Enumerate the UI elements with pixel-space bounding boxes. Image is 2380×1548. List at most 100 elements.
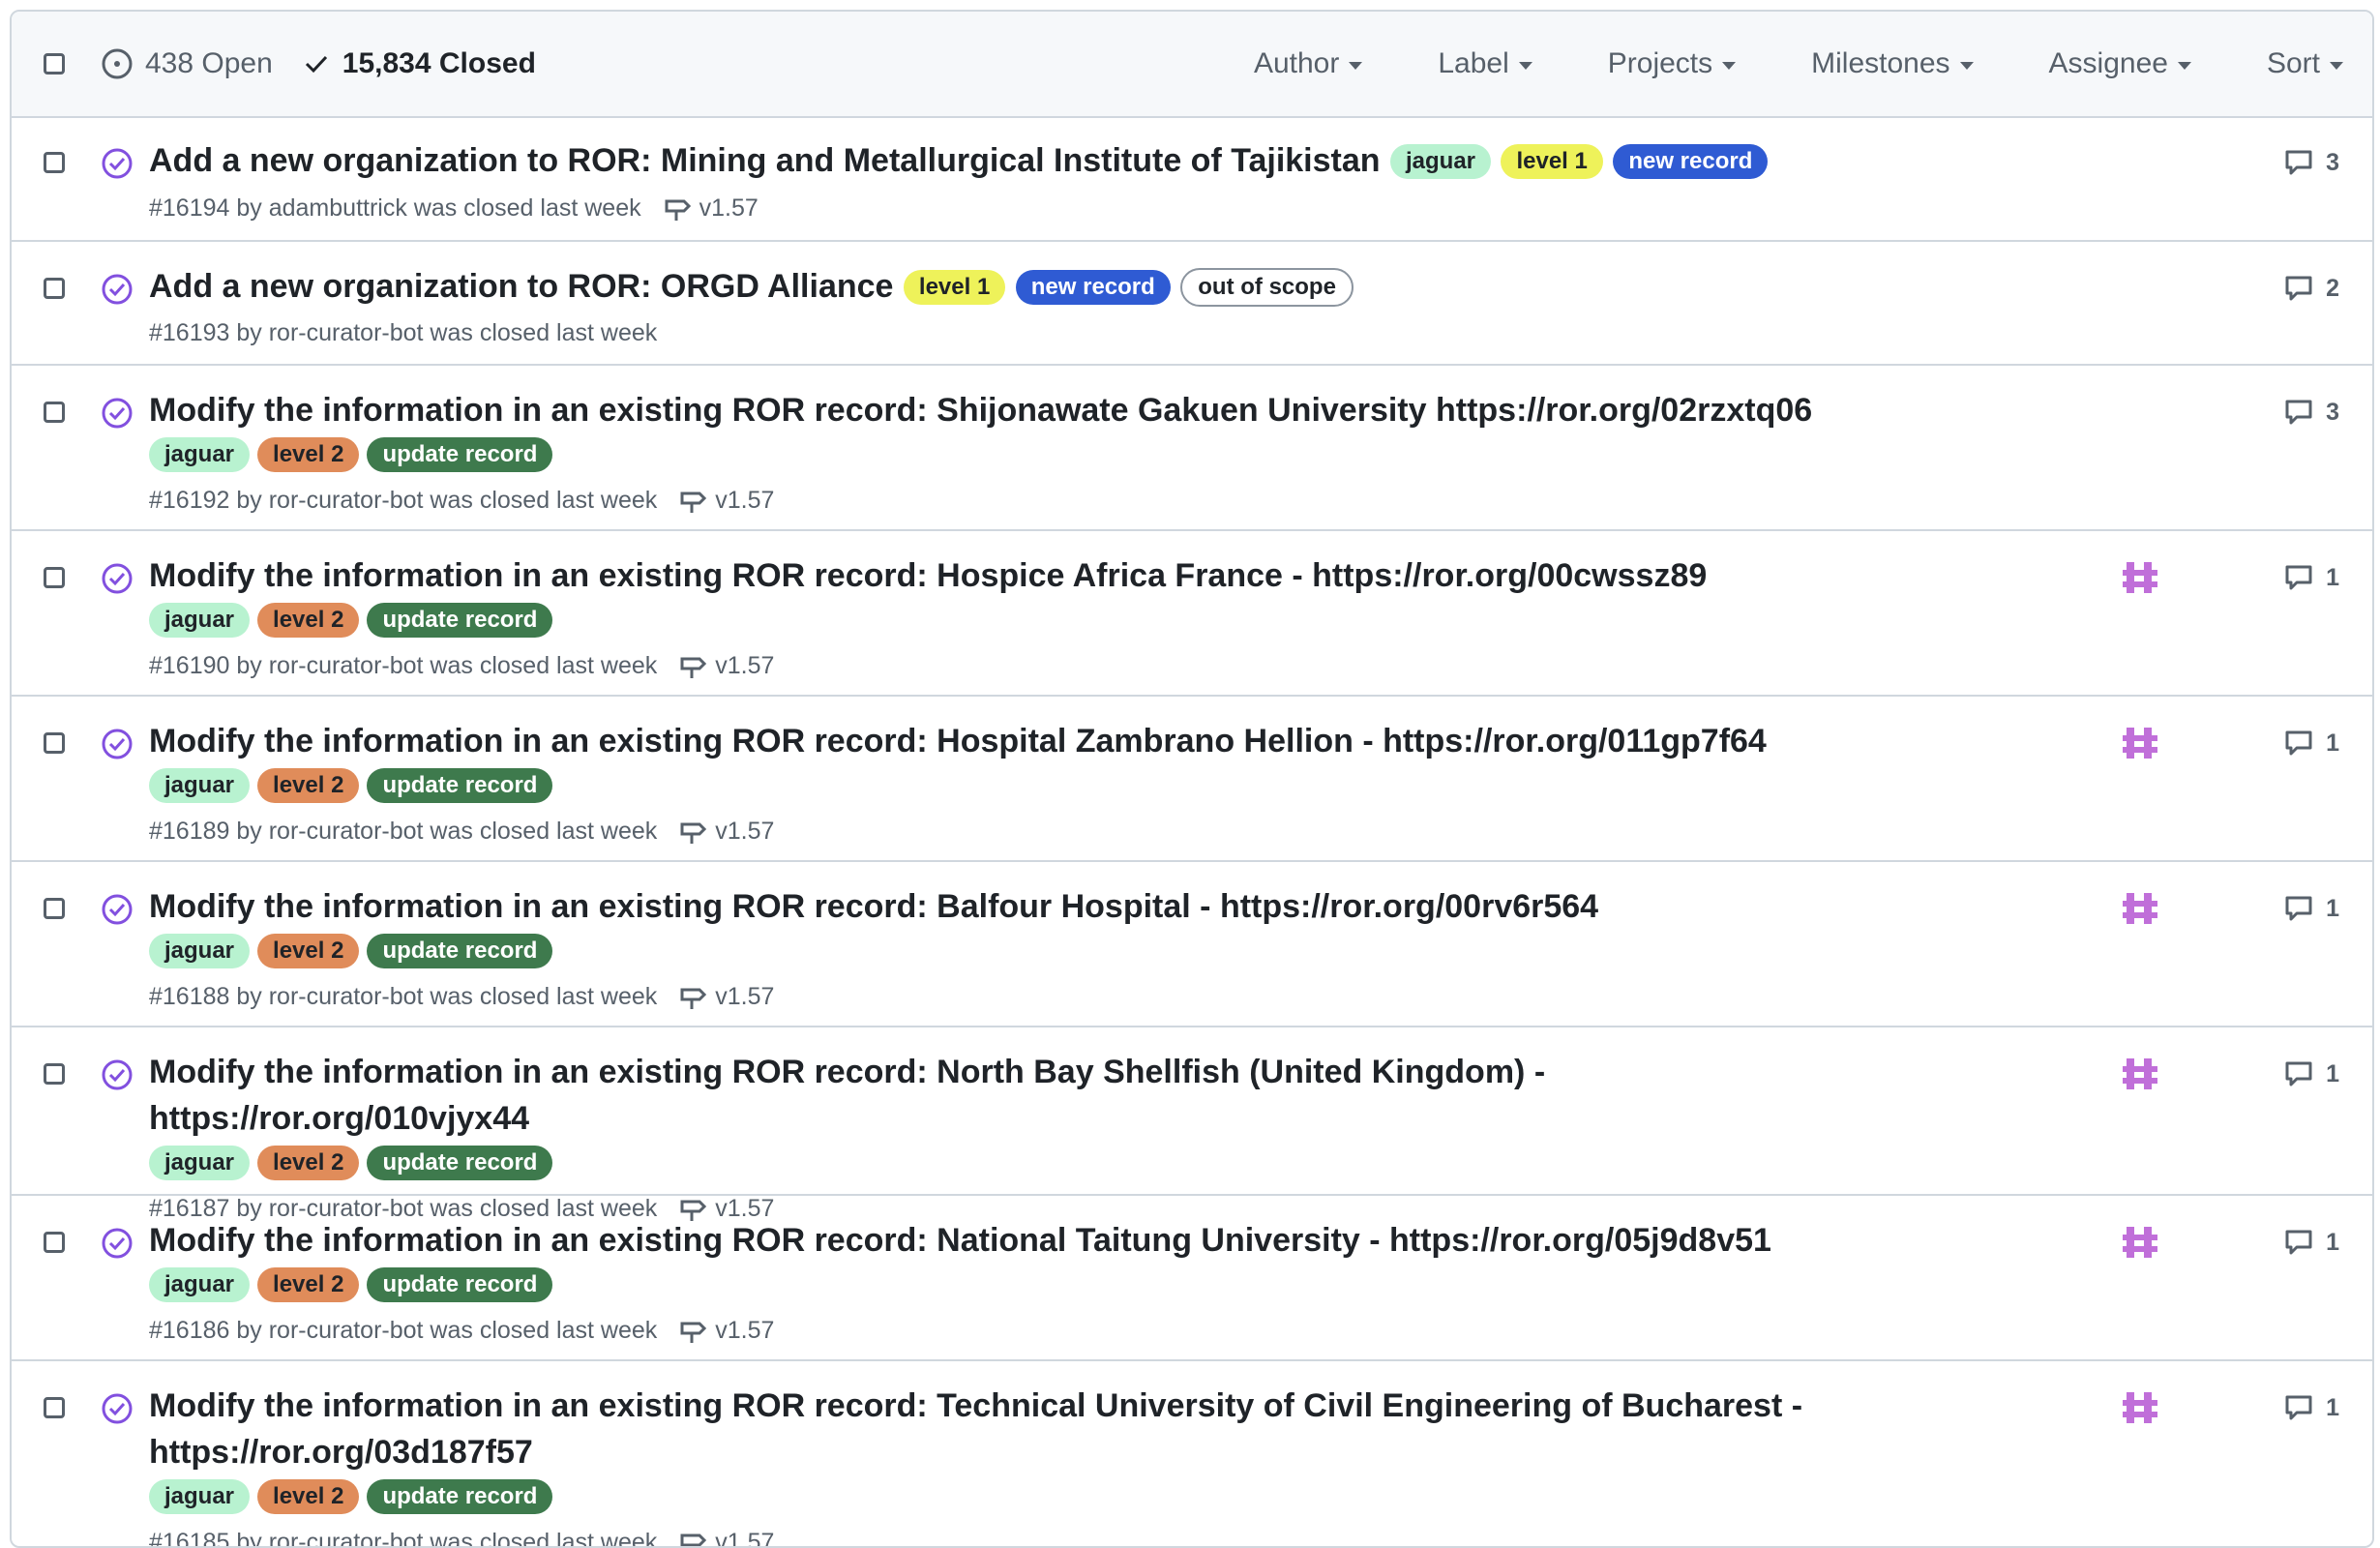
- comments-link[interactable]: 3: [2283, 397, 2339, 428]
- label-new-record[interactable]: new record: [1016, 270, 1171, 305]
- issue-title-line: Modify the information in an existing RO…: [149, 718, 1927, 764]
- label-level-2[interactable]: level 2: [257, 1146, 359, 1180]
- issue-title-link[interactable]: Modify the information in an existing RO…: [149, 557, 1707, 594]
- comments-link[interactable]: 1: [2283, 893, 2339, 924]
- issue-meta: #16186 by ror-curator-bot was closed las…: [149, 1316, 1927, 1345]
- issue-title-link[interactable]: Add a new organization to ROR: Mining an…: [149, 142, 1381, 179]
- label-update-record[interactable]: update record: [367, 1267, 552, 1302]
- issue-row: Modify the information in an existing RO…: [12, 695, 2372, 860]
- assignee-avatar[interactable]: [2121, 558, 2159, 597]
- closed-issues-toggle[interactable]: 15,834 Closed: [302, 47, 536, 80]
- issue-title-line: Modify the information in an existing RO…: [149, 552, 1927, 599]
- issue-title-link[interactable]: Modify the information in an existing RO…: [149, 888, 1598, 925]
- comment-count: 1: [2326, 564, 2339, 592]
- issue-content: Modify the information in an existing RO…: [149, 1217, 1927, 1345]
- filter-label: Projects: [1608, 47, 1712, 80]
- issue-meta-text: #16190 by ror-curator-bot was closed las…: [149, 652, 657, 680]
- comment-count: 1: [2326, 1394, 2339, 1422]
- label-update-record[interactable]: update record: [367, 603, 552, 638]
- milestone-link[interactable]: v1.57: [678, 651, 774, 680]
- label-jaguar[interactable]: jaguar: [149, 1146, 250, 1180]
- issue-checkbox[interactable]: [44, 152, 65, 173]
- label-level-2[interactable]: level 2: [257, 768, 359, 803]
- milestone-link[interactable]: v1.57: [678, 1316, 774, 1345]
- assignee-avatar[interactable]: [2121, 1223, 2159, 1262]
- label-jaguar[interactable]: jaguar: [149, 768, 250, 803]
- filter-label: Assignee: [2049, 47, 2168, 80]
- label-jaguar[interactable]: jaguar: [1390, 144, 1491, 179]
- issue-title-link[interactable]: Modify the information in an existing RO…: [149, 1387, 1802, 1471]
- label-update-record[interactable]: update record: [367, 437, 552, 472]
- label-out-of-scope[interactable]: out of scope: [1180, 268, 1354, 307]
- label-level-2[interactable]: level 2: [257, 603, 359, 638]
- issue-title-link[interactable]: Modify the information in an existing RO…: [149, 723, 1767, 759]
- issue-title-link[interactable]: Modify the information in an existing RO…: [149, 1054, 1545, 1137]
- filter-assignee[interactable]: Assignee: [2049, 47, 2191, 80]
- filter-label[interactable]: Label: [1438, 47, 1532, 80]
- issue-content: Modify the information in an existing RO…: [149, 718, 1927, 846]
- issue-row: Modify the information in an existing RO…: [12, 860, 2372, 1026]
- comments-link[interactable]: 1: [2283, 1392, 2339, 1423]
- filter-sort[interactable]: Sort: [2267, 47, 2343, 80]
- issue-checkbox[interactable]: [44, 1063, 65, 1085]
- milestone-icon: [678, 651, 707, 680]
- assignee-avatar[interactable]: [2121, 1055, 2159, 1093]
- label-level-2[interactable]: level 2: [257, 1479, 359, 1514]
- issue-title-link[interactable]: Modify the information in an existing RO…: [149, 1222, 1771, 1259]
- comment-icon: [2283, 893, 2314, 924]
- label-level-1[interactable]: level 1: [904, 270, 1005, 305]
- label-jaguar[interactable]: jaguar: [149, 437, 250, 472]
- comments-link[interactable]: 1: [2283, 728, 2339, 759]
- comments-link[interactable]: 3: [2283, 147, 2339, 178]
- assignee-avatar[interactable]: [2121, 1388, 2159, 1427]
- select-all-checkbox[interactable]: [44, 53, 65, 74]
- label-update-record[interactable]: update record: [367, 768, 552, 803]
- comments-link[interactable]: 2: [2283, 273, 2339, 304]
- issue-meta-text: #16193 by ror-curator-bot was closed las…: [149, 319, 657, 347]
- comment-count: 3: [2326, 399, 2339, 427]
- label-level-1[interactable]: level 1: [1501, 144, 1602, 179]
- issue-title-link[interactable]: Add a new organization to ROR: ORGD Alli…: [149, 268, 893, 305]
- comments-link[interactable]: 1: [2283, 562, 2339, 593]
- filter-author[interactable]: Author: [1254, 47, 1362, 80]
- issue-meta-text: #16192 by ror-curator-bot was closed las…: [149, 487, 657, 515]
- issue-meta: #16193 by ror-curator-bot was closed las…: [149, 319, 1927, 347]
- issue-checkbox[interactable]: [44, 1232, 65, 1253]
- milestone-link[interactable]: v1.57: [678, 982, 774, 1011]
- issue-title-link[interactable]: Modify the information in an existing RO…: [149, 392, 1812, 429]
- caret-down-icon: [1722, 62, 1736, 70]
- label-jaguar[interactable]: jaguar: [149, 934, 250, 968]
- label-new-record[interactable]: new record: [1613, 144, 1768, 179]
- milestone-link[interactable]: v1.57: [678, 817, 774, 846]
- comment-icon: [2283, 273, 2314, 304]
- milestone-link[interactable]: v1.57: [678, 1528, 774, 1548]
- label-level-2[interactable]: level 2: [257, 437, 359, 472]
- issue-checkbox[interactable]: [44, 1397, 65, 1418]
- assignee-avatar[interactable]: [2121, 724, 2159, 762]
- label-update-record[interactable]: update record: [367, 1479, 552, 1514]
- open-count: 438 Open: [145, 47, 273, 80]
- issue-checkbox[interactable]: [44, 567, 65, 588]
- label-jaguar[interactable]: jaguar: [149, 1267, 250, 1302]
- label-jaguar[interactable]: jaguar: [149, 1479, 250, 1514]
- milestone-link[interactable]: v1.57: [678, 486, 774, 515]
- comments-link[interactable]: 1: [2283, 1058, 2339, 1089]
- filter-projects[interactable]: Projects: [1608, 47, 1736, 80]
- comment-icon: [2283, 397, 2314, 428]
- caret-down-icon: [1960, 62, 1974, 70]
- issue-checkbox[interactable]: [44, 732, 65, 754]
- comments-link[interactable]: 1: [2283, 1227, 2339, 1258]
- caret-down-icon: [2330, 62, 2343, 70]
- label-level-2[interactable]: level 2: [257, 1267, 359, 1302]
- label-jaguar[interactable]: jaguar: [149, 603, 250, 638]
- milestone-link[interactable]: v1.57: [663, 194, 759, 223]
- label-update-record[interactable]: update record: [367, 934, 552, 968]
- issue-checkbox[interactable]: [44, 278, 65, 299]
- filter-milestones[interactable]: Milestones: [1811, 47, 1973, 80]
- label-level-2[interactable]: level 2: [257, 934, 359, 968]
- issue-checkbox[interactable]: [44, 898, 65, 919]
- label-update-record[interactable]: update record: [367, 1146, 552, 1180]
- assignee-avatar[interactable]: [2121, 889, 2159, 928]
- open-issues-toggle[interactable]: 438 Open: [101, 47, 273, 80]
- issue-checkbox[interactable]: [44, 402, 65, 423]
